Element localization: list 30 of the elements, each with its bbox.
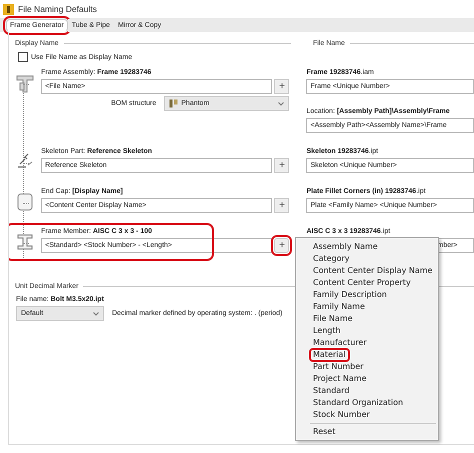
menu-item[interactable]: Project Name [296,373,438,385]
menu-item[interactable]: Material [310,349,348,361]
menu-item[interactable]: Manufacturer [296,337,438,349]
menu-item[interactable]: Reset [296,426,438,438]
menu-item[interactable]: Family Description [296,289,438,301]
menu-item[interactable]: Category [296,253,438,265]
end-cap-icon [17,193,34,211]
menu-item[interactable]: Standard Organization [296,397,438,409]
checkbox[interactable] [18,52,28,62]
skeleton-icon [16,153,34,169]
menu-item[interactable]: Content Center Display Name [296,265,438,277]
add-button[interactable]: + [274,79,290,94]
menu-item[interactable]: Standard [296,385,438,397]
menu-item[interactable]: Family Name [296,301,438,313]
app-icon [3,4,14,14]
add-button[interactable]: + [274,198,290,213]
add-button[interactable]: + [274,158,290,173]
menu-item[interactable]: Length [296,325,438,337]
menu-item[interactable]: File Name [296,313,438,325]
menu-item[interactable]: Assembly Name [296,241,438,253]
menu-item[interactable]: Part Number [296,361,438,373]
menu-item[interactable]: Content Center Property [296,277,438,289]
i-beam-icon [16,233,34,251]
chevron-down-icon [278,102,284,106]
frame-assembly-icon [15,74,36,94]
menu-item[interactable]: Stock Number [296,409,438,421]
add-button[interactable]: + [274,238,290,253]
chevron-down-icon [93,312,99,316]
window-title: File Naming Defaults [18,4,97,14]
phantom-icon [169,99,178,108]
